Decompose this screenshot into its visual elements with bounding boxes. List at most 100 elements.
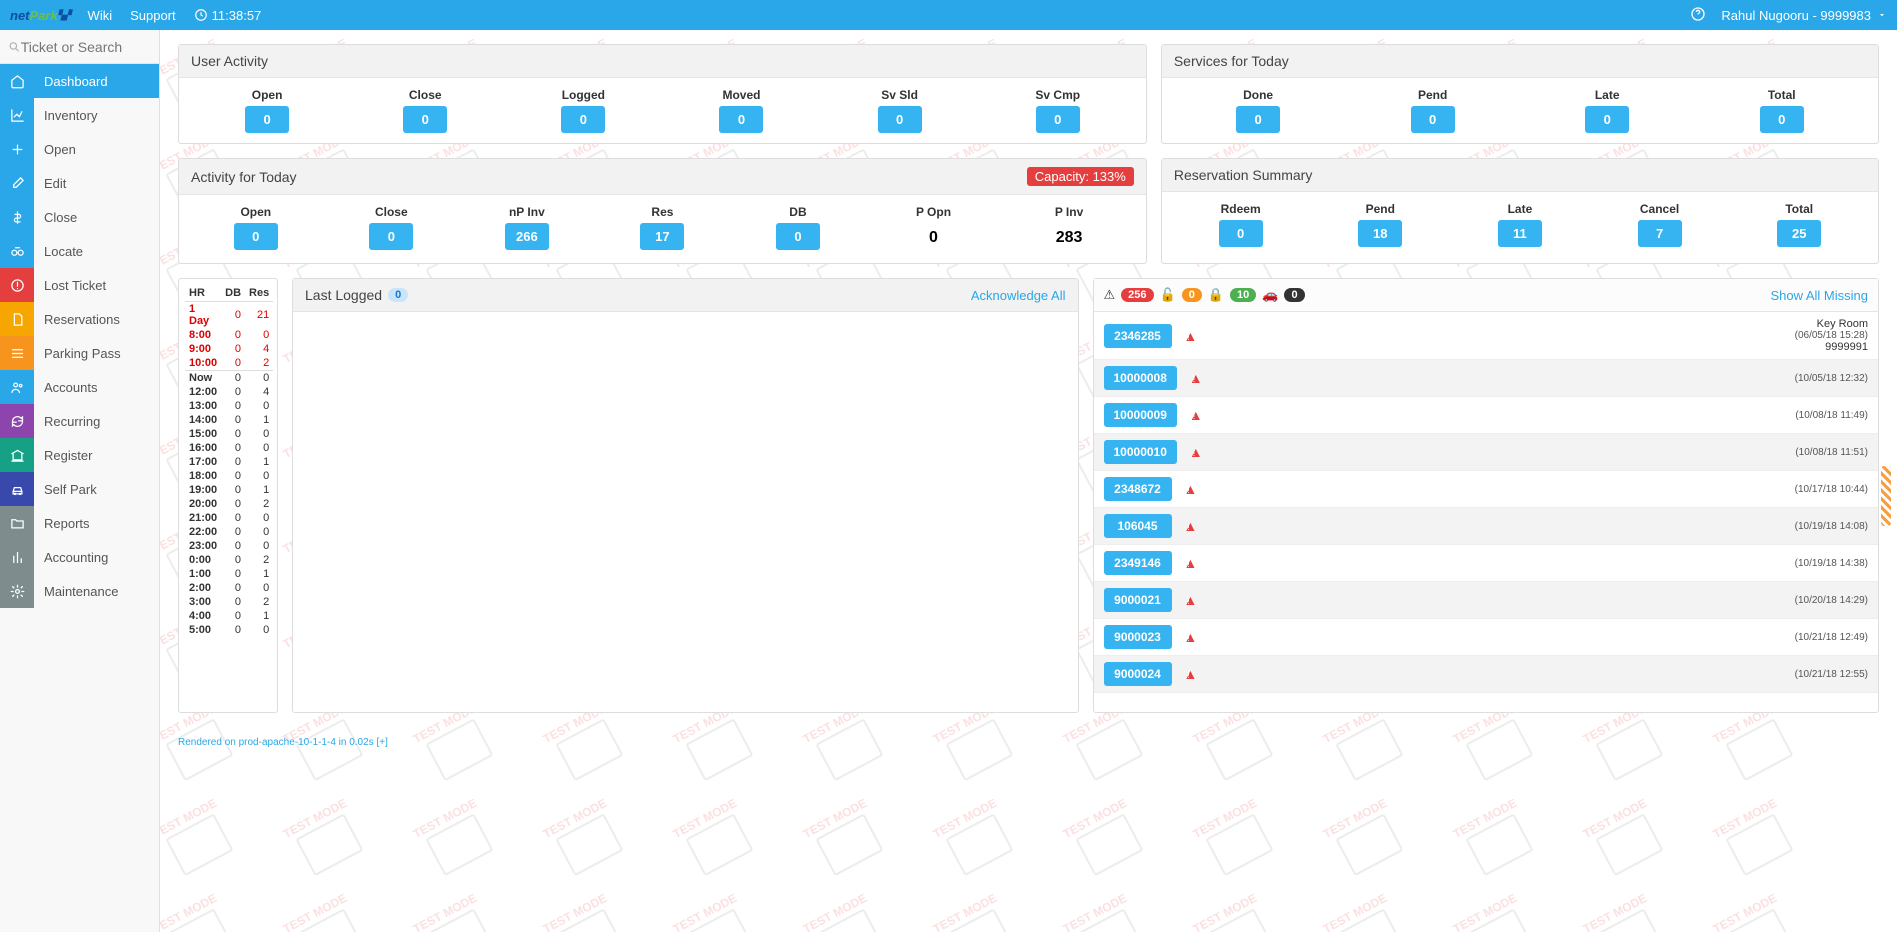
stat-value[interactable]: 0: [369, 223, 413, 250]
missing-row: 9000021▲!(10/20/18 14:29): [1094, 582, 1879, 619]
support-link[interactable]: Support: [130, 8, 176, 23]
stat-res: Res17: [598, 205, 728, 253]
stat-value[interactable]: 0: [776, 223, 820, 250]
missing-timestamp: (06/05/18 15:28): [1795, 330, 1868, 341]
stat-value[interactable]: 17: [640, 223, 684, 250]
sidebar-item-parking-pass[interactable]: Parking Pass: [0, 336, 159, 370]
hr-header: HR: [185, 285, 221, 302]
stat-open: Open0: [191, 88, 343, 133]
ticket-pill[interactable]: 10000009: [1104, 403, 1177, 427]
ticket-pill[interactable]: 2346285: [1104, 324, 1172, 348]
sidebar-item-register[interactable]: Register: [0, 438, 159, 472]
ticket-pill[interactable]: 9000024: [1104, 662, 1172, 686]
sidebar-item-open[interactable]: Open: [0, 132, 159, 166]
user-menu[interactable]: Rahul Nugooru - 9999983: [1721, 8, 1887, 23]
ticket-pill[interactable]: 9000023: [1104, 625, 1172, 649]
sidebar-item-lost-ticket[interactable]: Lost Ticket: [0, 268, 159, 302]
sidebar-item-accounting[interactable]: Accounting: [0, 540, 159, 574]
ticket-pill[interactable]: 9000021: [1104, 588, 1172, 612]
hr-row: 20:0002: [185, 497, 273, 511]
car-chip[interactable]: 0: [1284, 288, 1304, 302]
stat-pend: Pend0: [1348, 88, 1517, 133]
search-box[interactable]: [0, 30, 159, 64]
stat-value[interactable]: 0: [234, 223, 278, 250]
stat-value[interactable]: 11: [1498, 220, 1542, 247]
stat-label: Close: [327, 205, 457, 219]
sidebar-item-close[interactable]: Close: [0, 200, 159, 234]
stat-label: Sv Sld: [824, 88, 976, 102]
acknowledge-all-link[interactable]: Acknowledge All: [971, 288, 1066, 303]
sidebar-item-label: Inventory: [34, 108, 97, 123]
stat-value[interactable]: 0: [403, 106, 447, 133]
stat-logged: Logged0: [507, 88, 659, 133]
stat-value[interactable]: 0: [1219, 220, 1263, 247]
stat-label: DB: [733, 205, 863, 219]
stat-value[interactable]: 0: [719, 106, 763, 133]
stat-value[interactable]: 7: [1638, 220, 1682, 247]
ticket-pill[interactable]: 10000010: [1104, 440, 1177, 464]
sidebar-item-edit[interactable]: Edit: [0, 166, 159, 200]
sidebar-item-label: Dashboard: [34, 74, 108, 89]
sidebar-item-inventory[interactable]: Inventory: [0, 98, 159, 132]
search-input[interactable]: [21, 39, 151, 55]
last-logged-panel: Last Logged 0 Acknowledge All: [292, 278, 1079, 713]
stat-sv-cmp: Sv Cmp0: [982, 88, 1134, 133]
missing-row: 2348672▲!(10/17/18 10:44): [1094, 471, 1879, 508]
stat-value[interactable]: 0: [878, 106, 922, 133]
search-icon: [8, 40, 21, 54]
stat-value[interactable]: 0: [1585, 106, 1629, 133]
stat-value[interactable]: 25: [1777, 220, 1821, 247]
warning-icon: ▲!: [1184, 592, 1200, 608]
stat-value[interactable]: 0: [561, 106, 605, 133]
sidebar-item-label: Reports: [34, 516, 90, 531]
stat-value[interactable]: 266: [505, 223, 549, 250]
ticket-pill[interactable]: 10000008: [1104, 366, 1177, 390]
stat-value[interactable]: 18: [1358, 220, 1402, 247]
missing-room: Key Room: [1795, 318, 1868, 330]
stat-late: Late0: [1523, 88, 1692, 133]
warning-icon: ▲!: [1189, 407, 1205, 423]
show-all-missing-link[interactable]: Show All Missing: [1770, 288, 1868, 303]
sidebar-item-reservations[interactable]: Reservations: [0, 302, 159, 336]
sidebar-item-dashboard[interactable]: Dashboard: [0, 64, 159, 98]
sidebar-item-label: Recurring: [34, 414, 100, 429]
ticket-pill[interactable]: 106045: [1104, 514, 1172, 538]
stat-value[interactable]: 0: [1760, 106, 1804, 133]
topbar: netPark▚▞ Wiki Support 11:38:57 Rahul Nu…: [0, 0, 1897, 30]
stat-value[interactable]: 0: [1411, 106, 1455, 133]
sidebar-item-maintenance[interactable]: Maintenance: [0, 574, 159, 608]
missing-row: 9000024▲!(10/21/18 12:55): [1094, 656, 1879, 693]
missing-timestamp: (10/08/18 11:49): [1795, 410, 1868, 421]
wiki-link[interactable]: Wiki: [88, 8, 113, 23]
stat-late: Late11: [1453, 202, 1587, 247]
stat-value[interactable]: 0: [245, 106, 289, 133]
hr-row: 16:0000: [185, 441, 273, 455]
help-icon[interactable]: [1690, 6, 1706, 25]
sidebar-item-self-park[interactable]: Self Park: [0, 472, 159, 506]
lock-chip[interactable]: 10: [1230, 288, 1256, 302]
stat-cancel: Cancel7: [1593, 202, 1727, 247]
ticket-pill[interactable]: 2348672: [1104, 477, 1172, 501]
alert-chip[interactable]: 256: [1121, 288, 1153, 302]
ticket-pill[interactable]: 2349146: [1104, 551, 1172, 575]
sidebar-item-reports[interactable]: Reports: [0, 506, 159, 540]
stat-sv-sld: Sv Sld 0: [824, 88, 976, 133]
stat-value[interactable]: 0: [1036, 106, 1080, 133]
stat-value[interactable]: 0: [1236, 106, 1280, 133]
warning-icon: ▲!: [1184, 555, 1200, 571]
hr-row: 2:0000: [185, 581, 273, 595]
side-indicator: [1881, 466, 1891, 526]
hr-row: 3:0002: [185, 595, 273, 609]
stat-value: 0: [929, 223, 938, 253]
clock: 11:38:57: [194, 8, 262, 23]
sidebar-item-recurring[interactable]: Recurring: [0, 404, 159, 438]
sidebar-item-accounts[interactable]: Accounts: [0, 370, 159, 404]
sidebar-item-locate[interactable]: Locate: [0, 234, 159, 268]
hr-row: 21:0000: [185, 511, 273, 525]
stat-total: Total0: [1697, 88, 1866, 133]
last-logged-title: Last Logged: [305, 287, 382, 303]
reservation-summary-panel: Reservation Summary Rdeem0Pend18Late11Ca…: [1161, 158, 1879, 264]
unlock-chip[interactable]: 0: [1182, 288, 1202, 302]
hr-row: 1 Day021: [185, 302, 273, 329]
logo[interactable]: netPark▚▞: [10, 4, 70, 26]
